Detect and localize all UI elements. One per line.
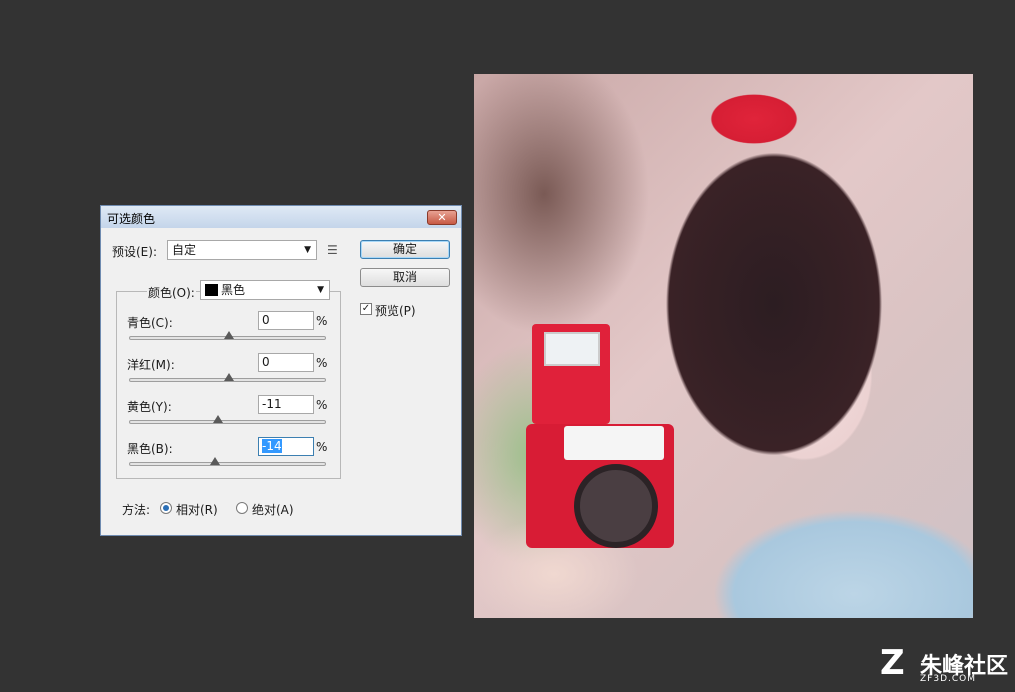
ok-button[interactable]: 确定 xyxy=(360,240,450,259)
yellow-unit: % xyxy=(316,398,328,412)
magenta-slider[interactable] xyxy=(129,373,326,382)
preview-checkbox[interactable]: ✓ xyxy=(360,303,372,315)
cyan-slider[interactable] xyxy=(129,331,326,340)
black-slider-thumb[interactable] xyxy=(209,457,220,465)
cyan-slider-thumb[interactable] xyxy=(223,331,234,339)
chevron-down-icon: ▼ xyxy=(317,285,324,295)
color-select[interactable]: 黑色 ▼ xyxy=(200,280,330,300)
relative-label[interactable]: 相对(R) xyxy=(176,501,218,518)
black-unit: % xyxy=(316,440,328,454)
magenta-unit: % xyxy=(316,356,328,370)
preset-label: 预设(E): xyxy=(112,245,157,259)
preset-value: 自定 xyxy=(172,243,197,257)
black-input-value: -14 xyxy=(262,439,282,453)
photo-canvas[interactable] xyxy=(474,74,973,618)
cyan-input[interactable]: 0 xyxy=(258,311,314,330)
chevron-down-icon: ▼ xyxy=(304,245,311,255)
camera-top-panel xyxy=(564,426,664,460)
cyan-unit: % xyxy=(316,314,328,328)
magenta-slider-thumb[interactable] xyxy=(223,373,234,381)
black-label: 黑色(B): xyxy=(127,442,173,456)
cyan-label: 青色(C): xyxy=(127,316,173,330)
close-button[interactable]: ✕ xyxy=(427,210,457,225)
black-input[interactable]: -14 xyxy=(258,437,314,456)
method-label: 方法: xyxy=(122,503,151,517)
yellow-label: 黄色(Y): xyxy=(127,400,172,414)
preset-options-icon[interactable]: ☰ xyxy=(327,243,338,257)
color-swatch xyxy=(205,284,218,296)
yellow-slider-thumb[interactable] xyxy=(212,415,223,423)
preset-select[interactable]: 自定 ▼ xyxy=(167,240,317,260)
magenta-input[interactable]: 0 xyxy=(258,353,314,372)
dialog-title: 可选颜色 xyxy=(107,212,156,226)
yellow-slider[interactable] xyxy=(129,415,326,424)
selective-color-dialog: 可选颜色 ✕ 预设(E): 自定 ▼ ☰ 确定 取消 ✓ 预览(P) 颜色(O)… xyxy=(100,205,462,536)
magenta-label: 洋红(M): xyxy=(127,358,175,372)
absolute-radio[interactable] xyxy=(236,502,248,514)
preview-label: 预览(P) xyxy=(375,304,416,318)
absolute-label[interactable]: 绝对(A) xyxy=(252,501,294,518)
color-label: 颜色(O): xyxy=(147,284,196,301)
watermark-logo: Z xyxy=(880,643,905,683)
color-value: 黑色 xyxy=(221,283,246,297)
yellow-input[interactable]: -11 xyxy=(258,395,314,414)
dialog-titlebar[interactable]: 可选颜色 ✕ xyxy=(101,206,461,228)
black-slider[interactable] xyxy=(129,457,326,466)
watermark-site: ZF3D.COM xyxy=(920,674,976,684)
camera-flash-window xyxy=(544,332,600,366)
relative-radio[interactable] xyxy=(160,502,172,514)
camera-lens xyxy=(574,464,658,548)
cancel-button[interactable]: 取消 xyxy=(360,268,450,287)
